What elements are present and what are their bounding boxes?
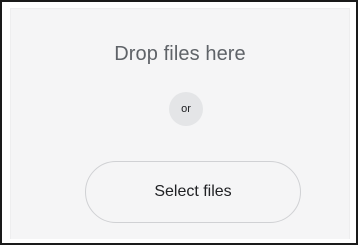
file-drop-zone[interactable]: Drop files here or Select files [10, 8, 350, 239]
select-files-button[interactable]: Select files [85, 161, 301, 223]
upload-panel: Drop files here or Select files [0, 0, 358, 245]
or-separator-badge: or [169, 92, 203, 126]
drop-files-message: Drop files here [114, 43, 246, 65]
